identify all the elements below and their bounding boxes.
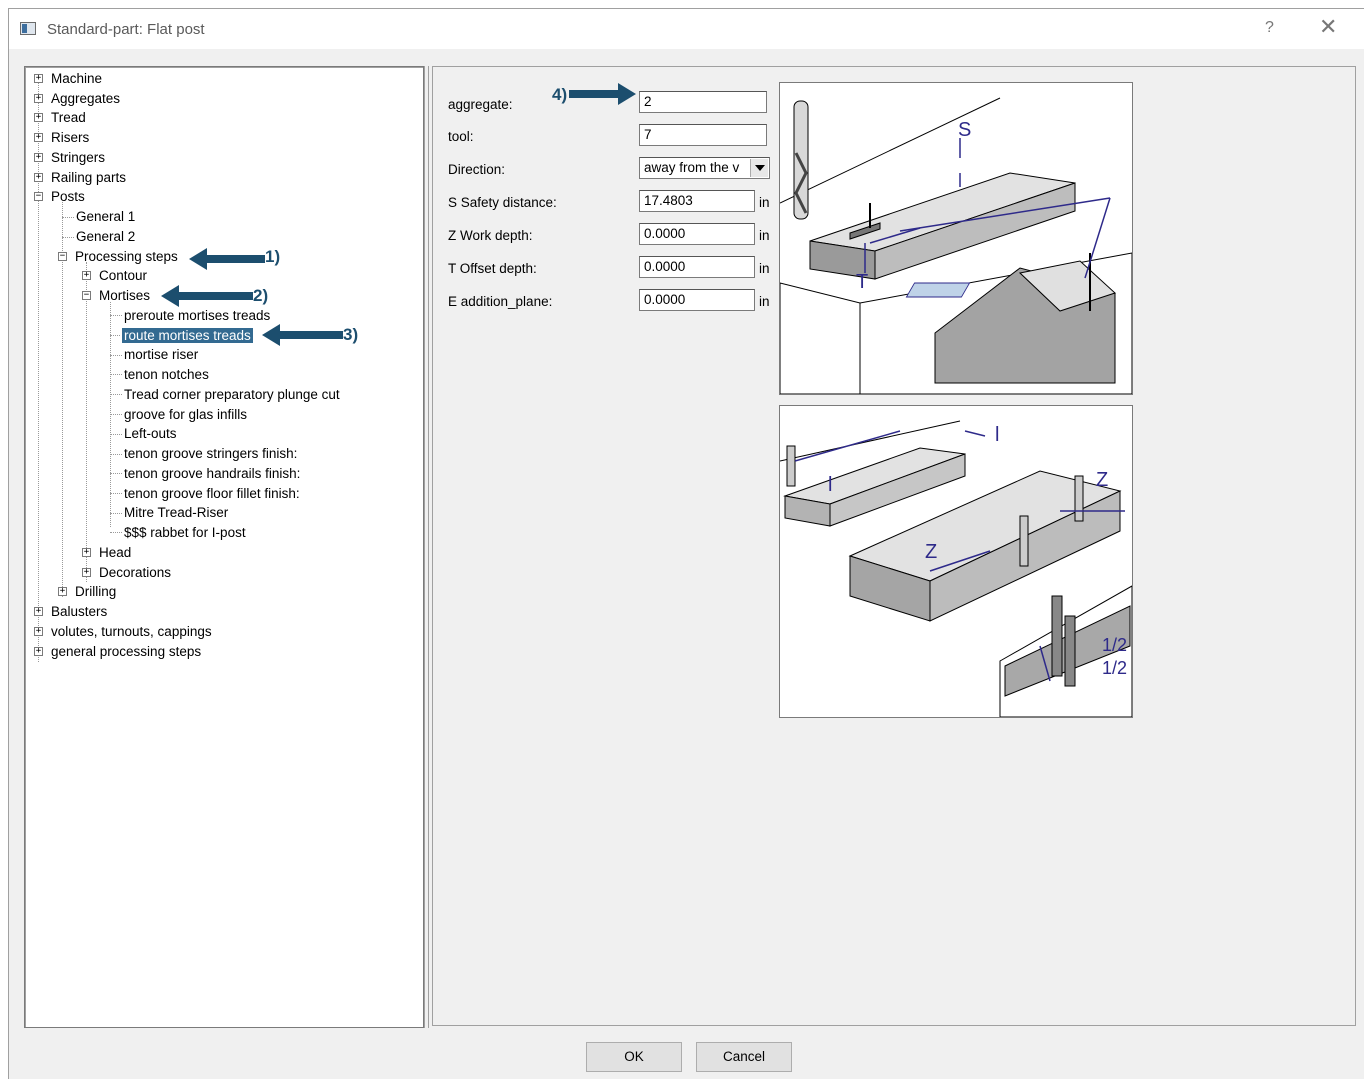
callout-1: 1) [265,247,281,266]
callout-arrows [161,83,636,346]
dialog-window: Standard-part: Flat post ? ✕ + Machine + A… [8,8,1364,1079]
cancel-button[interactable]: Cancel [696,1042,792,1072]
callout-4: 4) [552,85,568,104]
callout-2: 2) [253,286,269,305]
callout-3: 3) [343,325,359,344]
ok-button[interactable]: OK [586,1042,682,1072]
